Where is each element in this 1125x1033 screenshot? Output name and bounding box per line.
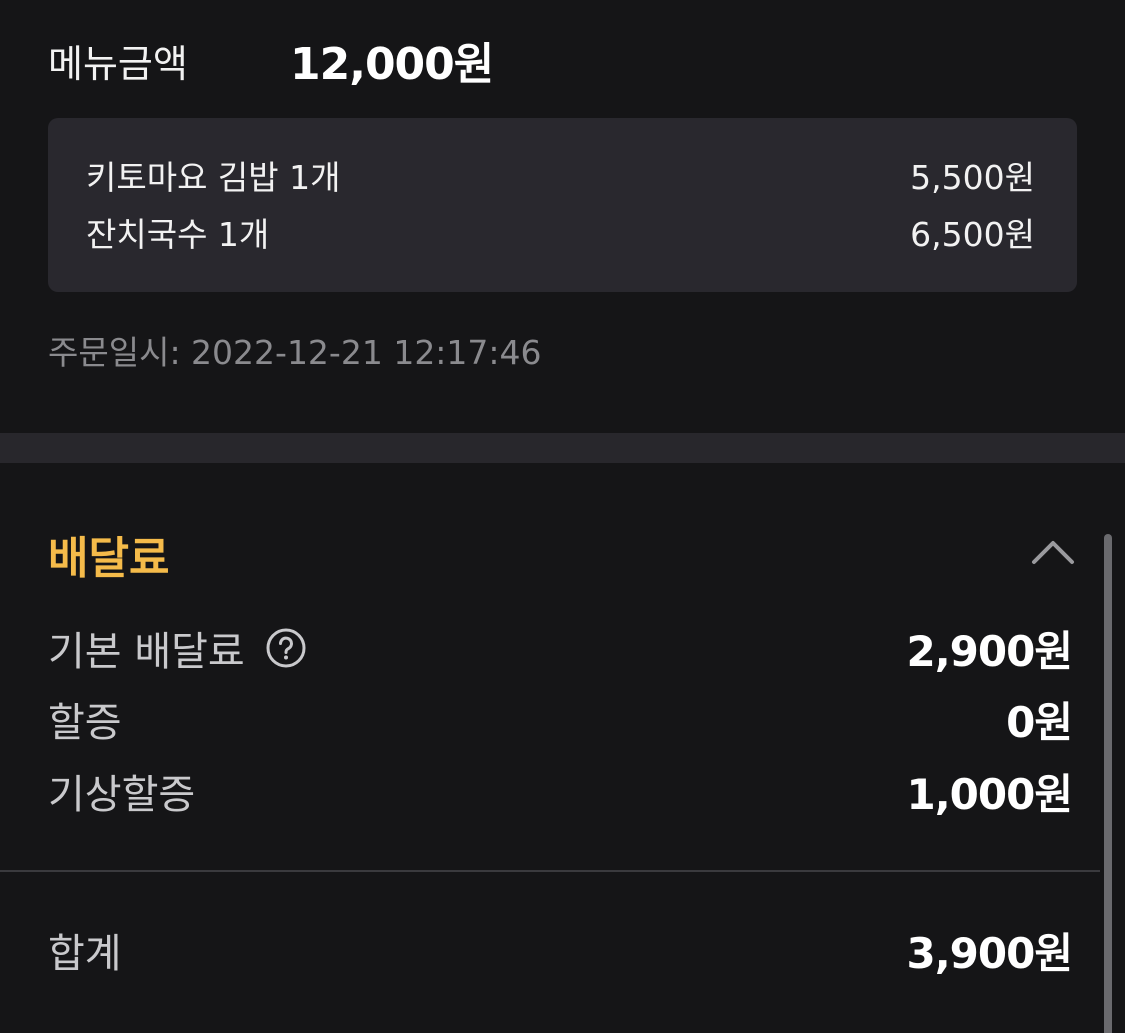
menu-item-name: 잔치국수 1개 (86, 215, 270, 254)
base-delivery-fee-value: 2,900원 (906, 626, 1073, 676)
question-circle-icon[interactable] (265, 627, 307, 669)
order-detail-screen: 메뉴금액 12,000원 키토마요 김밥 1개 5,500원 잔치국수 1개 6… (0, 0, 1125, 1033)
weather-surcharge-row: 기상할증 1,000원 (48, 763, 1073, 819)
collapse-button[interactable] (1024, 528, 1082, 574)
menu-items-box: 키토마요 김밥 1개 5,500원 잔치국수 1개 6,500원 (48, 118, 1077, 292)
surcharge-row: 할증 0원 (48, 691, 1073, 747)
order-datetime: 주문일시: 2022-12-21 12:17:46 (48, 333, 542, 372)
menu-amount-header: 메뉴금액 12,000원 (48, 30, 494, 90)
delivery-fee-total-row: 합계 3,900원 (48, 922, 1073, 978)
menu-item-row: 키토마요 김밥 1개 5,500원 (86, 152, 1035, 198)
surcharge-value: 0원 (1006, 697, 1073, 747)
base-delivery-fee-label: 기본 배달료 (48, 629, 245, 675)
base-delivery-fee-label-wrap: 기본 배달료 (48, 619, 307, 677)
menu-item-row: 잔치국수 1개 6,500원 (86, 209, 1035, 255)
menu-amount-label: 메뉴금액 (48, 41, 188, 86)
base-delivery-fee-row: 기본 배달료 2,900원 (48, 619, 1073, 677)
weather-surcharge-value: 1,000원 (906, 769, 1073, 819)
delivery-fee-title: 배달료 (48, 533, 170, 584)
menu-amount-value: 12,000원 (290, 39, 494, 90)
total-label: 합계 (48, 931, 122, 977)
surcharge-label: 할증 (48, 700, 122, 746)
weather-surcharge-label: 기상할증 (48, 772, 196, 818)
chevron-up-icon (1032, 541, 1074, 564)
divider-line (0, 870, 1100, 872)
total-value: 3,900원 (906, 928, 1073, 978)
menu-item-name: 키토마요 김밥 1개 (86, 158, 341, 197)
section-divider (0, 433, 1125, 463)
menu-item-price: 6,500원 (910, 215, 1035, 254)
menu-item-price: 5,500원 (910, 158, 1035, 197)
scrollbar[interactable] (1104, 534, 1112, 1033)
